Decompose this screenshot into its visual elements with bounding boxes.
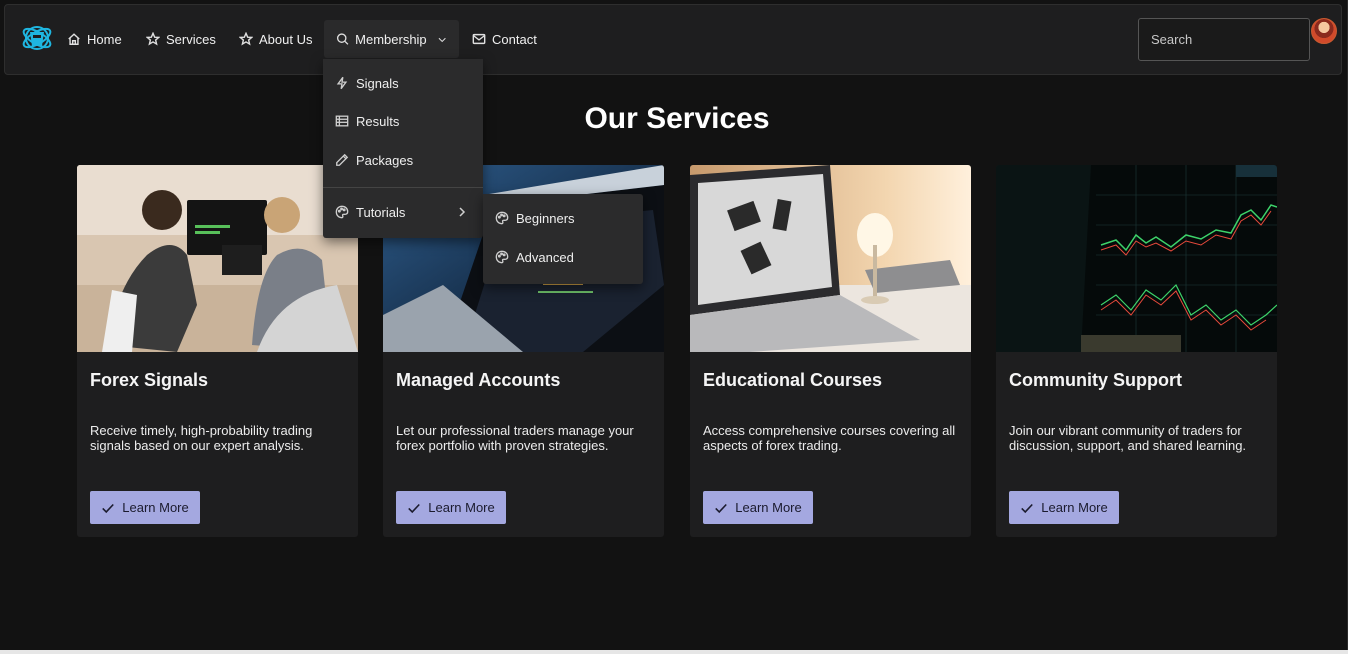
nav-about-label: About Us (259, 31, 313, 47)
search-input[interactable] (1138, 18, 1310, 61)
learn-more-label: Learn More (122, 500, 189, 515)
menu-item-label: Signals (356, 75, 399, 91)
card-title: Managed Accounts (396, 370, 561, 390)
user-avatar[interactable] (1311, 18, 1337, 44)
nav-membership[interactable]: Membership (324, 20, 459, 58)
card-description: Access comprehensive courses covering al… (703, 423, 956, 453)
submenu-item-beginners[interactable]: Beginners (483, 200, 643, 236)
pencil-icon (336, 153, 349, 166)
chevron-down-icon (438, 37, 446, 42)
menu-item-packages[interactable]: Packages (323, 142, 483, 178)
bottom-border (0, 650, 1348, 654)
card-title: Forex Signals (90, 370, 209, 390)
table-icon (335, 115, 349, 127)
search-icon (336, 33, 349, 45)
check-icon (1021, 503, 1034, 513)
chevron-right-icon (459, 207, 466, 217)
service-card: Educational Courses Access comprehensive… (690, 165, 971, 537)
check-icon (102, 503, 115, 513)
menu-item-label: Results (356, 113, 400, 129)
check-icon (408, 503, 421, 513)
lightning-icon (336, 76, 348, 90)
membership-dropdown: Signals Results Packages Tutorials (323, 59, 483, 238)
nav-contact-label: Contact (492, 31, 537, 47)
nav-services[interactable]: Services (134, 20, 228, 58)
logo-icon[interactable] (20, 20, 54, 56)
card-title: Educational Courses (703, 370, 883, 390)
menu-item-label: Packages (356, 152, 414, 168)
submenu-item-label: Beginners (516, 210, 575, 226)
learn-more-button[interactable]: Learn More (703, 491, 813, 524)
nav-contact[interactable]: Contact (460, 20, 549, 58)
palette-icon (335, 205, 349, 219)
submenu-item-advanced[interactable]: Advanced (483, 239, 643, 275)
menu-item-label: Tutorials (356, 204, 406, 220)
learn-more-button[interactable]: Learn More (90, 491, 200, 524)
palette-icon (495, 250, 509, 264)
nav-about-us[interactable]: About Us (227, 20, 324, 58)
card-image (690, 165, 971, 352)
submenu-item-label: Advanced (516, 249, 574, 265)
service-card: Community Support Join our vibrant commu… (996, 165, 1277, 537)
check-icon (715, 503, 728, 513)
menu-divider (323, 187, 483, 188)
star-icon (239, 32, 253, 46)
menu-item-results[interactable]: Results (323, 103, 483, 139)
learn-more-label: Learn More (735, 500, 802, 515)
nav-home-label: Home (87, 31, 122, 47)
card-description: Let our professional traders manage your… (396, 423, 634, 453)
menu-item-signals[interactable]: Signals (323, 65, 483, 101)
home-icon (68, 33, 80, 45)
palette-icon (495, 211, 509, 225)
card-title: Community Support (1009, 370, 1182, 390)
card-description: Join our vibrant community of traders fo… (1009, 423, 1247, 453)
learn-more-button[interactable]: Learn More (1009, 491, 1119, 524)
star-icon (146, 32, 160, 46)
top-navbar: Home Services About Us Membership Contac… (4, 4, 1342, 75)
nav-services-label: Services (166, 31, 216, 47)
page-title: Our Services (584, 102, 770, 135)
menu-item-tutorials[interactable]: Tutorials (323, 194, 483, 230)
card-image (996, 165, 1277, 352)
learn-more-label: Learn More (1041, 500, 1108, 515)
nav-membership-label: Membership (355, 31, 427, 47)
mail-icon (472, 33, 486, 45)
tutorials-submenu: Beginners Advanced (483, 194, 643, 284)
service-card: Forex Signals Receive timely, high-proba… (77, 165, 358, 537)
learn-more-label: Learn More (428, 500, 495, 515)
card-description: Receive timely, high-probability trading… (90, 423, 313, 453)
learn-more-button[interactable]: Learn More (396, 491, 506, 524)
card-image (77, 165, 358, 352)
nav-home[interactable]: Home (55, 20, 134, 58)
